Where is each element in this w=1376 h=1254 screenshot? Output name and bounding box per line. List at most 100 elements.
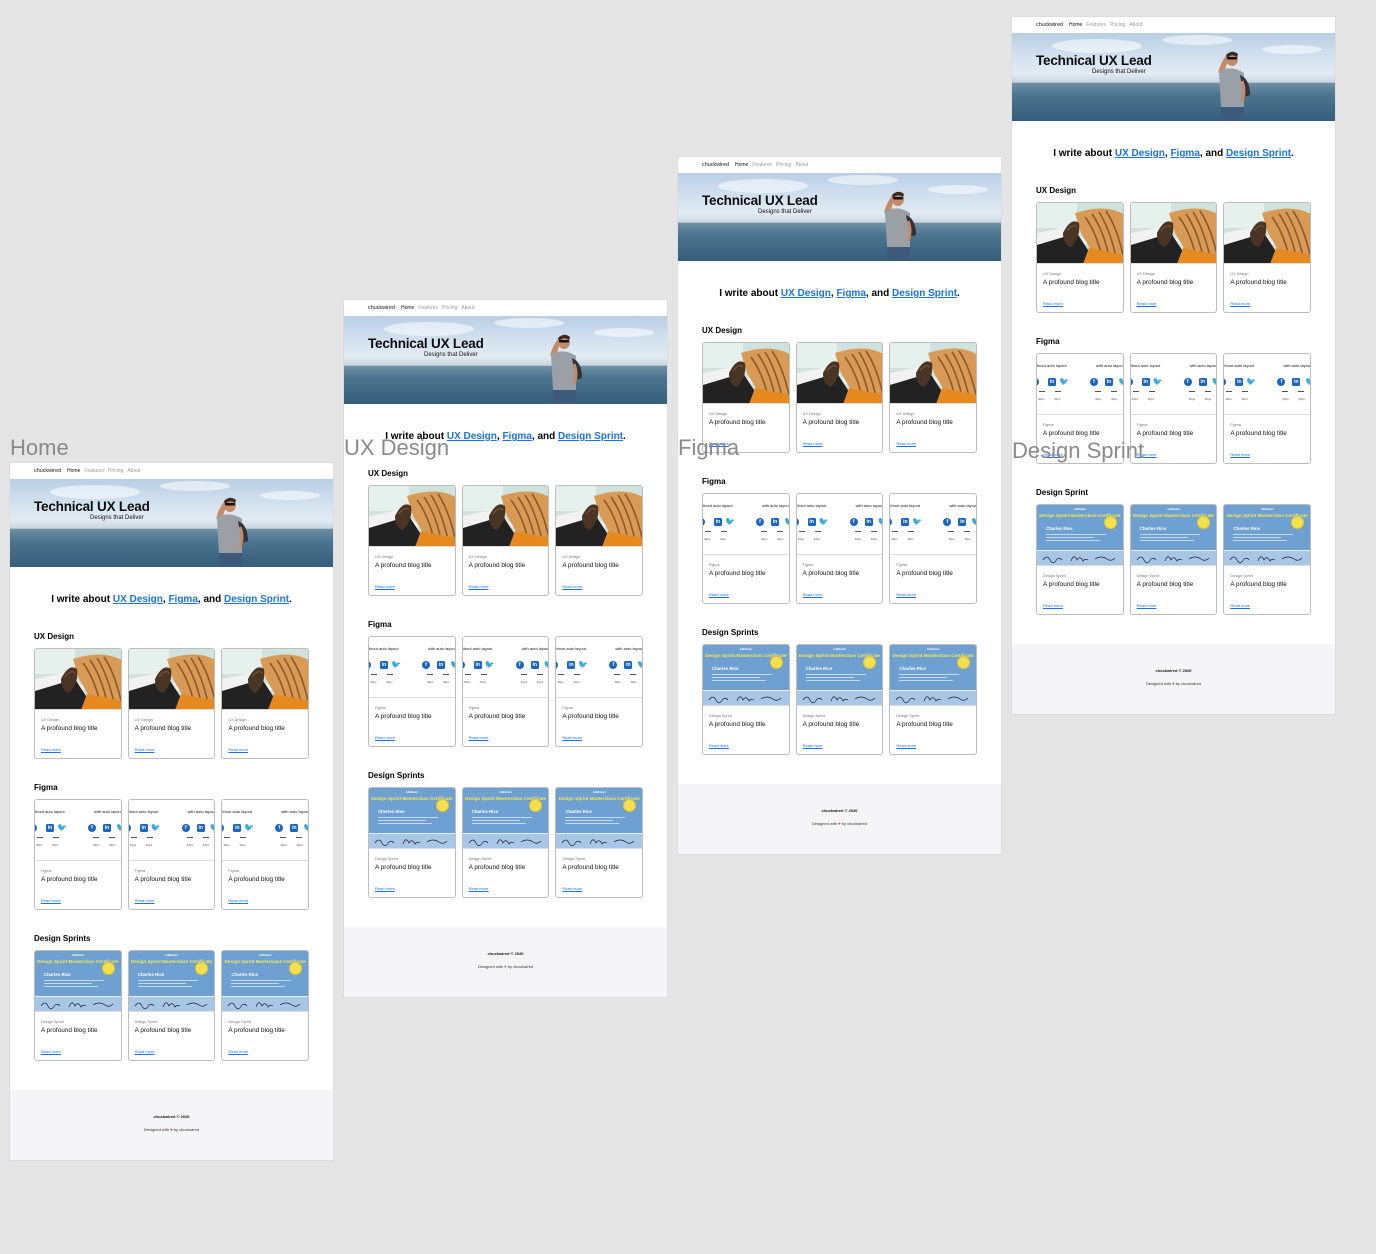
blog-card[interactable]: UX Design A profound blog title Read mor… <box>461 485 550 596</box>
blog-card[interactable]: thout auto layout with auto layou in 🐦 f… <box>555 636 644 747</box>
nav-link-home[interactable]: Home <box>67 468 80 474</box>
blog-card[interactable]: AJ&Smart Design Sprint Masterclass Certi… <box>1036 504 1124 615</box>
blog-card[interactable]: UX Design A profound blog title Read mor… <box>221 648 310 759</box>
blog-card[interactable]: thout auto layout with auto layou in 🐦 f… <box>368 636 456 747</box>
blog-card[interactable]: UX Design A profound blog title Read mor… <box>889 342 978 453</box>
blog-card[interactable]: AJ&Smart Design Sprint Masterclass Certi… <box>461 787 550 898</box>
read-more-link[interactable]: Read more <box>375 584 455 589</box>
read-more-link[interactable]: Read more <box>896 441 976 446</box>
frame-label[interactable]: Figma <box>678 435 739 461</box>
nav-link-about[interactable]: About <box>127 468 140 474</box>
figma-link[interactable]: Figma <box>1170 148 1199 159</box>
blog-card[interactable]: AJ&Smart Design Sprint Masterclass Certi… <box>889 644 978 755</box>
brand-logo[interactable]: chuckwired <box>1036 22 1063 28</box>
blog-card[interactable]: AJ&Smart Design Sprint Masterclass Certi… <box>368 787 456 898</box>
read-more-link[interactable]: Read more <box>41 898 121 903</box>
blog-card[interactable]: AJ&Smart Design Sprint Masterclass Certi… <box>555 787 644 898</box>
read-more-link[interactable]: Read more <box>375 735 455 740</box>
read-more-link[interactable]: Read more <box>896 743 976 748</box>
blog-card[interactable]: AJ&Smart Design Sprint Masterclass Certi… <box>1223 504 1312 615</box>
read-more-link[interactable]: Read more <box>375 886 455 891</box>
blog-card[interactable]: AJ&Smart Design Sprint Masterclass Certi… <box>221 950 310 1061</box>
blog-card[interactable]: UX Design A profound blog title Read mor… <box>1036 202 1124 313</box>
nav-link-features[interactable]: Features <box>84 468 104 474</box>
blog-card[interactable]: UX Design A profound blog title Read mor… <box>127 648 216 759</box>
nav-link-about[interactable]: About <box>795 162 808 168</box>
read-more-link[interactable]: Read more <box>1137 603 1217 608</box>
design-sprint-link[interactable]: Design Sprint <box>1226 148 1291 159</box>
figma-link[interactable]: Figma <box>168 594 197 605</box>
read-more-link[interactable]: Read more <box>228 898 308 903</box>
frame-label[interactable]: Home <box>10 435 69 461</box>
blog-card[interactable]: AJ&Smart Design Sprint Masterclass Certi… <box>1129 504 1218 615</box>
read-more-link[interactable]: Read more <box>469 886 549 891</box>
blog-card[interactable]: AJ&Smart Design Sprint Masterclass Certi… <box>34 950 122 1061</box>
frame-label[interactable]: Design Sprint <box>1012 438 1144 464</box>
nav-link-about[interactable]: About <box>1129 22 1142 28</box>
figma-link[interactable]: Figma <box>836 288 865 299</box>
blog-card[interactable]: thout auto layout with auto layou in 🐦 f… <box>127 799 216 910</box>
read-more-link[interactable]: Read more <box>709 592 789 597</box>
ux-design-link[interactable]: UX Design <box>447 431 497 442</box>
nav-link-pricing[interactable]: Pricing <box>776 162 791 168</box>
read-more-link[interactable]: Read more <box>1043 603 1123 608</box>
read-more-link[interactable]: Read more <box>1230 603 1310 608</box>
read-more-link[interactable]: Read more <box>1230 452 1310 457</box>
read-more-link[interactable]: Read more <box>228 1049 308 1054</box>
blog-card[interactable]: thout auto layout with auto layou in 🐦 f… <box>34 799 122 910</box>
nav-link-home[interactable]: Home <box>735 162 748 168</box>
blog-card[interactable]: thout auto layout with auto layou in 🐦 f… <box>221 799 310 910</box>
blog-card[interactable]: AJ&Smart Design Sprint Masterclass Certi… <box>127 950 216 1061</box>
blog-card[interactable]: UX Design A profound blog title Read mor… <box>555 485 644 596</box>
read-more-link[interactable]: Read more <box>469 735 549 740</box>
brand-logo[interactable]: chuckwired <box>702 162 729 168</box>
blog-card[interactable]: AJ&Smart Design Sprint Masterclass Certi… <box>702 644 790 755</box>
design-sprint-link[interactable]: Design Sprint <box>892 288 957 299</box>
read-more-link[interactable]: Read more <box>562 584 642 589</box>
ux-design-link[interactable]: UX Design <box>781 288 831 299</box>
read-more-link[interactable]: Read more <box>803 441 883 446</box>
blog-card[interactable]: thout auto layout with auto layou in 🐦 f… <box>889 493 978 604</box>
blog-card[interactable]: UX Design A profound blog title Read mor… <box>1129 202 1218 313</box>
design-sprint-link[interactable]: Design Sprint <box>558 431 623 442</box>
read-more-link[interactable]: Read more <box>1137 452 1217 457</box>
read-more-link[interactable]: Read more <box>803 743 883 748</box>
read-more-link[interactable]: Read more <box>228 747 308 752</box>
ux-design-link[interactable]: UX Design <box>1115 148 1165 159</box>
read-more-link[interactable]: Read more <box>469 584 549 589</box>
blog-card[interactable]: thout auto layout with auto layou in 🐦 f… <box>702 493 790 604</box>
read-more-link[interactable]: Read more <box>135 747 215 752</box>
nav-link-pricing[interactable]: Pricing <box>442 305 457 311</box>
read-more-link[interactable]: Read more <box>135 898 215 903</box>
read-more-link[interactable]: Read more <box>41 1049 121 1054</box>
read-more-link[interactable]: Read more <box>803 592 883 597</box>
blog-card[interactable]: UX Design A profound blog title Read mor… <box>34 648 122 759</box>
frame-label[interactable]: UX Design <box>344 435 449 461</box>
blog-card[interactable]: thout auto layout with auto layou in 🐦 f… <box>461 636 550 747</box>
ux-design-link[interactable]: UX Design <box>113 594 163 605</box>
blog-card[interactable]: thout auto layout with auto layou in 🐦 f… <box>1223 353 1312 464</box>
read-more-link[interactable]: Read more <box>1137 301 1217 306</box>
read-more-link[interactable]: Read more <box>1230 301 1310 306</box>
nav-link-home[interactable]: Home <box>1069 22 1082 28</box>
read-more-link[interactable]: Read more <box>562 735 642 740</box>
design-sprint-link[interactable]: Design Sprint <box>224 594 289 605</box>
blog-card[interactable]: thout auto layout with auto layou in 🐦 f… <box>795 493 884 604</box>
read-more-link[interactable]: Read more <box>562 886 642 891</box>
blog-card[interactable]: UX Design A profound blog title Read mor… <box>368 485 456 596</box>
nav-link-features[interactable]: Features <box>1086 22 1106 28</box>
read-more-link[interactable]: Read more <box>135 1049 215 1054</box>
blog-card[interactable]: UX Design A profound blog title Read mor… <box>1223 202 1312 313</box>
read-more-link[interactable]: Read more <box>41 747 121 752</box>
read-more-link[interactable]: Read more <box>1043 301 1123 306</box>
read-more-link[interactable]: Read more <box>896 592 976 597</box>
blog-card[interactable]: AJ&Smart Design Sprint Masterclass Certi… <box>795 644 884 755</box>
read-more-link[interactable]: Read more <box>709 743 789 748</box>
brand-logo[interactable]: chuckwired <box>34 468 61 474</box>
nav-link-pricing[interactable]: Pricing <box>1110 22 1125 28</box>
brand-logo[interactable]: chuckwired <box>368 305 395 311</box>
blog-card[interactable]: UX Design A profound blog title Read mor… <box>795 342 884 453</box>
nav-link-features[interactable]: Features <box>418 305 438 311</box>
nav-link-pricing[interactable]: Pricing <box>108 468 123 474</box>
nav-link-home[interactable]: Home <box>401 305 414 311</box>
